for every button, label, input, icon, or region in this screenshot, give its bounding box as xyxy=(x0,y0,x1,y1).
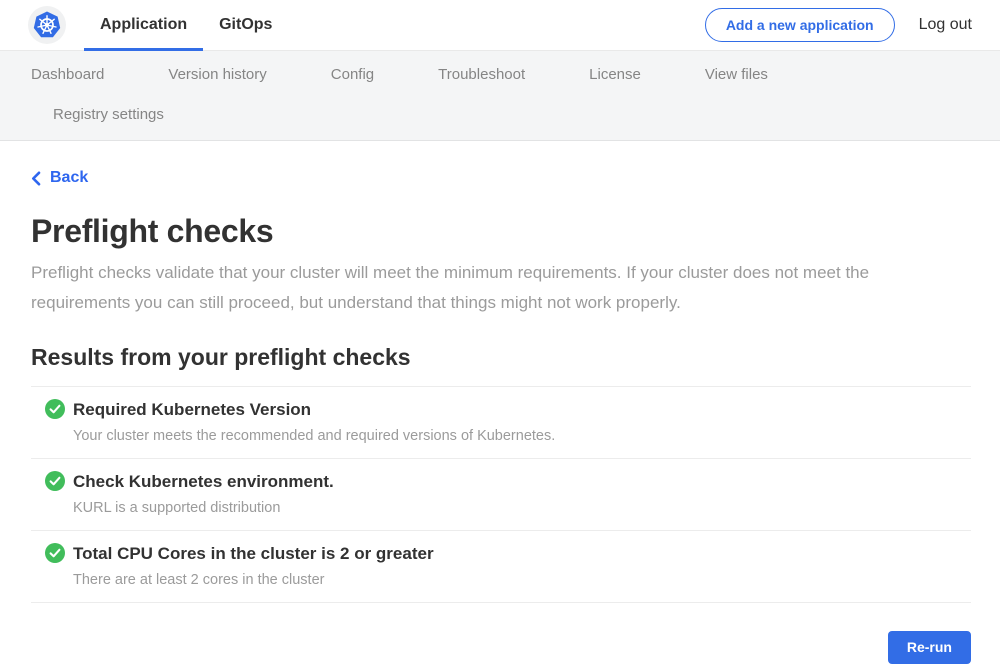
subnav-item-config[interactable]: Config xyxy=(331,67,374,83)
subnav-row-2: Registry settings xyxy=(0,107,1000,123)
subnav-item-version-history[interactable]: Version history xyxy=(168,67,266,83)
preflight-check-row-cpu-cores: Total CPU Cores in the cluster is 2 or g… xyxy=(31,530,971,602)
check-text: Required Kubernetes Version Your cluster… xyxy=(73,400,555,444)
footer-actions: Re-run xyxy=(31,631,971,664)
rerun-button[interactable]: Re-run xyxy=(888,631,971,664)
back-link[interactable]: Back xyxy=(31,169,88,187)
top-navbar: Application GitOps Add a new application… xyxy=(0,0,1000,51)
tab-gitops-label: GitOps xyxy=(219,16,272,34)
success-check-icon xyxy=(45,471,65,491)
page-title: Preflight checks xyxy=(31,213,971,249)
check-description: KURL is a supported distribution xyxy=(73,501,334,516)
check-description: There are at least 2 cores in the cluste… xyxy=(73,573,434,588)
subnav-item-license[interactable]: License xyxy=(589,67,641,83)
secondary-navbar: Dashboard Version history Config Trouble… xyxy=(0,51,1000,141)
check-title: Total CPU Cores in the cluster is 2 or g… xyxy=(73,544,434,564)
tab-gitops[interactable]: GitOps xyxy=(203,0,288,50)
check-title: Check Kubernetes environment. xyxy=(73,472,334,492)
back-link-label: Back xyxy=(50,169,88,187)
check-description: Your cluster meets the recommended and r… xyxy=(73,429,555,444)
kubernetes-logo[interactable] xyxy=(28,6,66,44)
subnav-item-dashboard[interactable]: Dashboard xyxy=(31,67,104,83)
add-new-application-button[interactable]: Add a new application xyxy=(705,8,895,42)
preflight-results-list: Required Kubernetes Version Your cluster… xyxy=(31,386,971,603)
subnav-item-registry-settings[interactable]: Registry settings xyxy=(53,107,164,123)
success-check-icon xyxy=(45,543,65,563)
kubernetes-helm-icon xyxy=(28,6,66,44)
subnav-item-view-files[interactable]: View files xyxy=(705,67,768,83)
subnav-item-troubleshoot[interactable]: Troubleshoot xyxy=(438,67,525,83)
preflight-check-row-kubernetes-version: Required Kubernetes Version Your cluster… xyxy=(31,386,971,458)
page-description: Preflight checks validate that your clus… xyxy=(31,258,971,318)
check-text: Total CPU Cores in the cluster is 2 or g… xyxy=(73,544,434,588)
check-title: Required Kubernetes Version xyxy=(73,400,555,420)
check-text: Check Kubernetes environment. KURL is a … xyxy=(73,472,334,516)
tab-application[interactable]: Application xyxy=(84,0,203,50)
preflight-check-row-kubernetes-environment: Check Kubernetes environment. KURL is a … xyxy=(31,458,971,530)
tab-application-label: Application xyxy=(100,16,187,34)
results-heading: Results from your preflight checks xyxy=(31,344,971,371)
subnav-row-1: Dashboard Version history Config Trouble… xyxy=(0,67,1000,83)
primary-tabs: Application GitOps xyxy=(84,0,288,50)
chevron-left-icon xyxy=(31,171,41,186)
topnav-actions: Add a new application Log out xyxy=(705,8,972,42)
success-check-icon xyxy=(45,399,65,419)
logout-link[interactable]: Log out xyxy=(919,16,972,34)
preflight-checks-page: Back Preflight checks Preflight checks v… xyxy=(0,141,1000,664)
